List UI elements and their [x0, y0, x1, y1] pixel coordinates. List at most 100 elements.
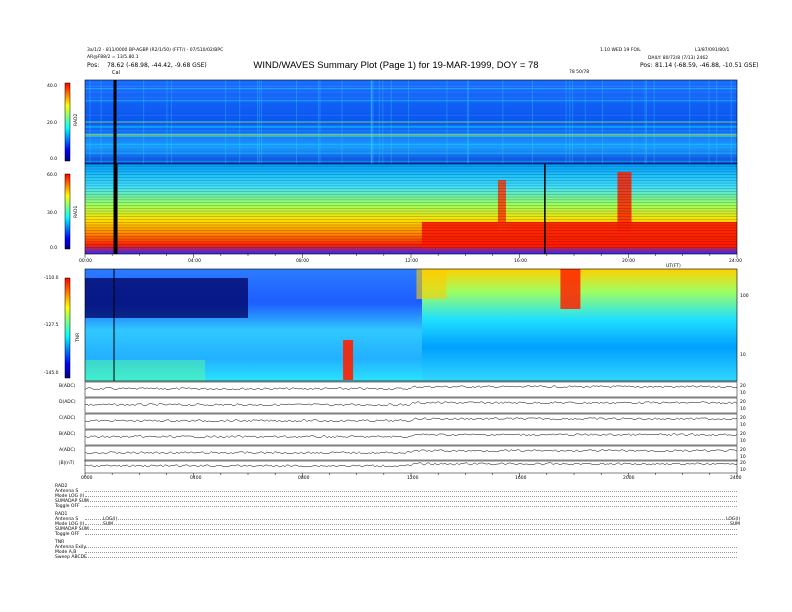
ts-label-4: B(ADC) [59, 432, 76, 437]
rad2-tick-mid: 20.0 [47, 121, 58, 126]
rad2-band [85, 160, 737, 162]
time-tick-00: 00:00 [79, 259, 92, 264]
rad2-streak [239, 80, 241, 164]
tnr-colorbar [64, 277, 71, 379]
rad2-streak [708, 80, 710, 164]
rad1-gridline [85, 233, 737, 234]
rad1-gridline [85, 191, 737, 192]
rad1-gridline [85, 244, 737, 245]
lower-tick-0800: 0800 [298, 476, 310, 481]
rad1-gridline [85, 168, 737, 170]
rad2-colorbar [64, 82, 71, 162]
timeseries-line [84, 401, 738, 407]
timeseries-frame [84, 459, 738, 474]
status-dots-11 [85, 557, 737, 558]
rad1-burst-column [617, 172, 632, 232]
rad2-streak [257, 80, 258, 164]
lower-tick-0000: 0000 [81, 476, 93, 481]
rad1-gridline [85, 205, 737, 206]
status-dots-7 [85, 529, 737, 530]
rad2-spectrogram [84, 79, 738, 165]
ts5-rtick-a: 20 [740, 448, 746, 453]
timeseries-line [84, 417, 738, 423]
rad2-streak [390, 80, 392, 164]
tnr-tick-bot: -145.0 [44, 371, 59, 376]
rad1-burst [421, 222, 737, 248]
rad2-label: RAD2 [74, 113, 79, 126]
rad1-gridline [85, 208, 737, 209]
status-dots-2 [85, 496, 737, 497]
rad2-streak [319, 80, 321, 164]
timeseries-panels [84, 381, 738, 474]
rad1-event-line [544, 164, 546, 254]
upper-axis-tag: UT(FT) [666, 264, 681, 269]
status-dots-9 [85, 547, 737, 548]
rad2-streak [446, 80, 448, 164]
rad1-gridline [85, 171, 737, 173]
time-tick-16: 16:00 [514, 259, 527, 264]
rad1-gridline [85, 180, 737, 181]
rad2-band [85, 101, 737, 103]
tnr-tick-top: -110.0 [44, 276, 59, 281]
status-dots-1 [85, 491, 737, 492]
ts1-rtick-a: 20 [740, 384, 746, 389]
tnr-burst [343, 340, 354, 380]
rad2-band [85, 88, 737, 90]
rad2-band [85, 126, 737, 128]
rad2-streak [645, 80, 647, 164]
tnr-tick-mid: -127.5 [44, 323, 59, 328]
rad1-gridline [85, 199, 737, 201]
rad1-gridline [85, 216, 737, 217]
rad1-gridline [85, 241, 737, 243]
rad2-streak [532, 80, 534, 164]
rad1-gridline [85, 230, 737, 231]
rad2-band [85, 133, 737, 135]
rad1-status-4: Toggle OFF [55, 532, 80, 537]
rad2-streak [372, 80, 374, 164]
timeseries-frame [84, 445, 738, 462]
tnr-label: TNR [76, 332, 81, 342]
cal-marker-rad2 [113, 80, 117, 164]
tnr-lower-band [85, 360, 205, 381]
rad1-gridline [85, 185, 737, 187]
rad1-gridline [85, 202, 737, 203]
rad2-streak [569, 80, 571, 164]
rad1-gridline [85, 196, 737, 198]
tnr-right-tick-10: 10 [740, 353, 746, 358]
rad2-streak [378, 80, 380, 164]
ts2-rtick-b: 10 [740, 407, 746, 412]
time-tick-04: 04:00 [188, 259, 201, 264]
ts-label-5: A(ADC) [59, 448, 76, 453]
rad1-gridline [85, 166, 737, 167]
rad2-streak [318, 80, 319, 164]
lower-tick-1600: 1600 [515, 476, 527, 481]
cal-marker-tnr [113, 269, 115, 381]
rad2-band [85, 130, 737, 132]
rad2-band [85, 99, 737, 101]
rad2-streak [170, 80, 172, 164]
rad1-gridline [85, 222, 737, 223]
rad2-streak [584, 80, 586, 164]
rad2-band [85, 97, 737, 98]
ts4-rtick-a: 20 [740, 432, 746, 437]
rad1-tick-mid: 30.0 [47, 211, 58, 216]
timeseries-frame [84, 429, 738, 446]
rad2-tick-top: 40.0 [47, 84, 58, 89]
rad2-tick-bot: 0.0 [50, 157, 58, 162]
tnr-status-3: Sweep ABCDE [55, 555, 87, 560]
rad1-tick-bot: 0.0 [50, 246, 58, 251]
rad2-streak [143, 80, 145, 164]
rad2-streak [382, 80, 384, 164]
rad1-gridline [85, 236, 737, 237]
status-dots-10 [85, 552, 737, 553]
timeseries-frame [84, 413, 738, 430]
timeseries-line [84, 449, 738, 455]
rad2-streak [296, 80, 297, 164]
status-dots-3 [85, 501, 737, 502]
rad2-streak [371, 80, 373, 164]
timeseries-frame [84, 381, 738, 398]
status-dots-8 [85, 534, 737, 535]
rad2-streak [572, 80, 574, 164]
timeseries-line [84, 385, 738, 391]
ts2-rtick-a: 20 [740, 400, 746, 405]
